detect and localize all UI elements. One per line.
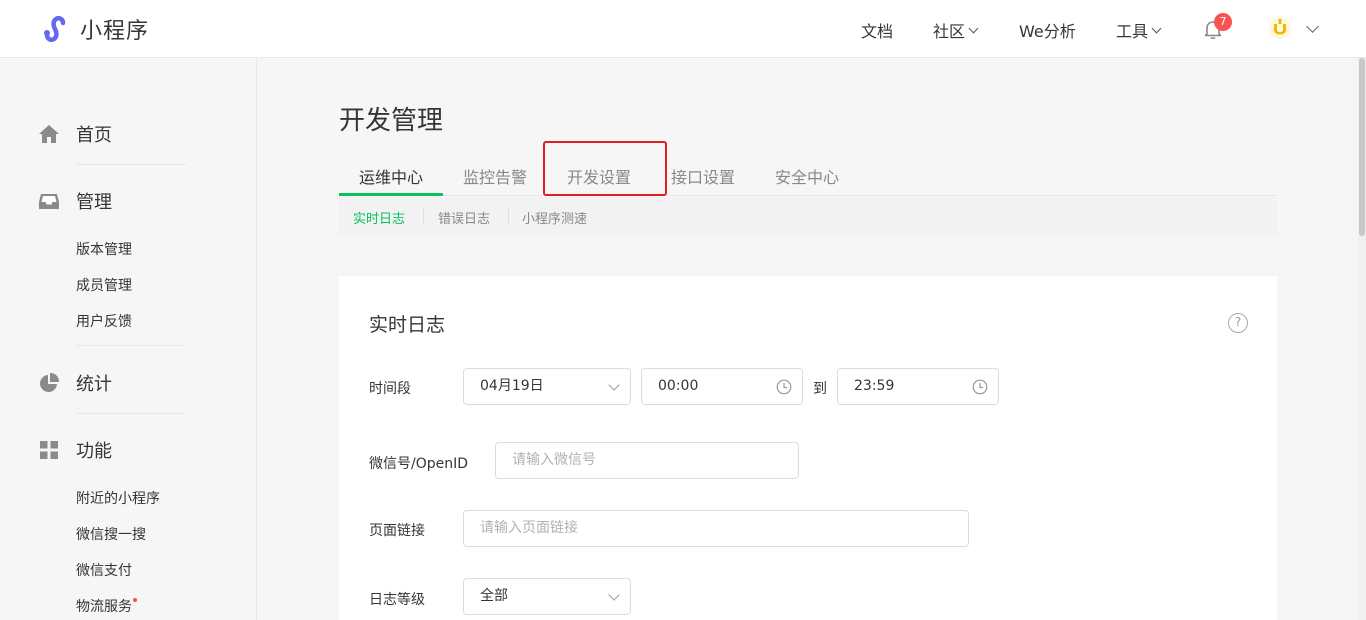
end-time-value: 23:59 — [854, 378, 895, 394]
log-level-value: 全部 — [480, 588, 508, 604]
page-title: 开发管理 — [339, 106, 444, 136]
highlight-annotation — [543, 141, 667, 196]
nav-community[interactable]: 社区 — [933, 18, 979, 42]
sidebar-subitem-pay[interactable]: 微信支付 — [76, 560, 132, 580]
end-time-input[interactable]: 23:59 — [837, 368, 999, 405]
openid-label: 微信号/OpenID — [369, 456, 469, 472]
chevron-down-icon — [1151, 23, 1162, 33]
nav-we-analysis[interactable]: We分析 — [1019, 18, 1076, 42]
page-link-input[interactable]: 请输入页面链接 — [463, 510, 969, 547]
divider — [76, 345, 186, 346]
start-time-value: 00:00 — [658, 378, 699, 394]
tab-monitoring[interactable]: 监控告警 — [463, 164, 527, 188]
realtime-log-card — [339, 276, 1277, 620]
nav-tools-label: 工具 — [1116, 22, 1149, 41]
page-link-label: 页面链接 — [369, 523, 425, 539]
date-select[interactable]: 04月19日 — [463, 368, 631, 405]
top-header: 小程序 文档 社区 We分析 工具 7 — [0, 0, 1366, 58]
help-icon[interactable]: ? — [1228, 313, 1248, 333]
nav-docs[interactable]: 文档 — [861, 18, 893, 42]
notification-badge: 7 — [1214, 13, 1232, 31]
subtab-error-log[interactable]: 错误日志 — [438, 208, 490, 227]
subtab-speed-test[interactable]: 小程序测速 — [522, 208, 587, 227]
chevron-down-icon — [608, 379, 620, 391]
divider — [76, 164, 186, 165]
nav-tools[interactable]: 工具 — [1116, 18, 1162, 42]
nav-community-label: 社区 — [933, 22, 966, 41]
subtab-divider — [423, 209, 424, 223]
nav-docs-label: 文档 — [861, 22, 894, 41]
chevron-down-icon — [608, 589, 620, 601]
mini-program-logo-icon — [39, 13, 71, 45]
sidebar-item-manage[interactable]: 管理 — [38, 188, 112, 214]
sidebar-subitem-feedback[interactable]: 用户反馈 — [76, 311, 132, 331]
sidebar-item-label: 首页 — [76, 125, 112, 146]
tab-security-center[interactable]: 安全中心 — [775, 164, 839, 188]
subtab-divider — [508, 209, 509, 223]
clock-icon — [776, 379, 792, 395]
sidebar-item-stats[interactable]: 统计 — [38, 370, 112, 396]
divider — [76, 413, 186, 414]
to-label: 到 — [813, 381, 827, 397]
openid-input[interactable]: 请输入微信号 — [495, 442, 799, 479]
scrollbar-thumb[interactable] — [1359, 58, 1365, 236]
sidebar-item-label: 管理 — [76, 192, 112, 213]
home-icon — [39, 125, 59, 143]
log-level-select[interactable]: 全部 — [463, 578, 631, 615]
logo[interactable]: 小程序 — [38, 12, 149, 46]
sidebar-subitem-version[interactable]: 版本管理 — [76, 239, 132, 259]
logo-text: 小程序 — [80, 19, 150, 44]
tab-api-settings[interactable]: 接口设置 — [671, 164, 735, 188]
log-level-label: 日志等级 — [369, 592, 425, 608]
date-select-value: 04月19日 — [480, 378, 544, 394]
sidebar-subitem-label: 物流服务 — [76, 599, 132, 615]
sidebar-item-label: 功能 — [76, 441, 112, 462]
new-dot — [133, 598, 137, 602]
chevron-down-icon — [968, 23, 979, 33]
pie-chart-icon — [40, 372, 60, 392]
tab-ops-center[interactable]: 运维中心 — [359, 164, 423, 188]
sidebar-subitem-nearby[interactable]: 附近的小程序 — [76, 488, 160, 508]
sidebar-item-home[interactable]: 首页 — [38, 121, 112, 147]
start-time-input[interactable]: 00:00 — [641, 368, 803, 405]
nav-we-analysis-label: We分析 — [1019, 22, 1076, 41]
sidebar-subitem-members[interactable]: 成员管理 — [76, 275, 132, 295]
grid-icon — [40, 441, 58, 459]
subtab-bar: 实时日志 错误日志 小程序测速 — [339, 197, 1277, 235]
active-tab-indicator — [339, 193, 443, 196]
sidebar-subitem-logistics[interactable]: 物流服务 — [76, 596, 137, 616]
sidebar-item-features[interactable]: 功能 — [38, 437, 112, 463]
sidebar-item-label: 统计 — [76, 374, 112, 395]
chevron-down-icon[interactable] — [1306, 20, 1319, 33]
sidebar-subitem-search[interactable]: 微信搜一搜 — [76, 524, 146, 544]
inbox-icon — [39, 194, 59, 209]
card-title: 实时日志 — [369, 314, 446, 336]
time-range-label: 时间段 — [369, 381, 411, 397]
avatar[interactable] — [1268, 16, 1292, 40]
clock-icon — [972, 379, 988, 395]
subtab-realtime-log[interactable]: 实时日志 — [353, 208, 405, 227]
